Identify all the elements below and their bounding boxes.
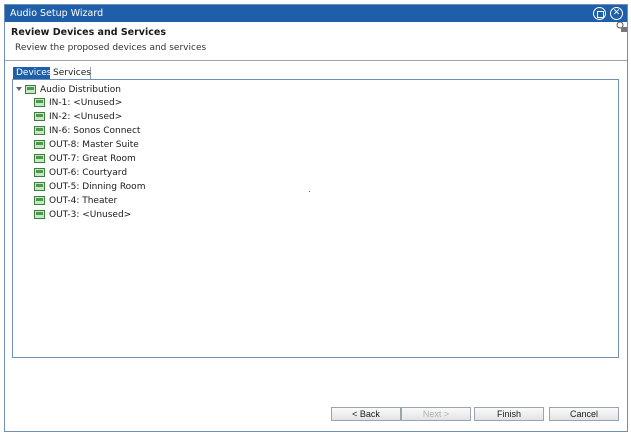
tree-item[interactable]: OUT-7: Great Room [34,153,234,165]
tree-item[interactable]: OUT-8: Master Suite [34,139,234,151]
expand-triangle-icon[interactable] [16,87,22,91]
tree-item-label: IN-6: Sonos Connect [49,126,141,136]
wizard-window: Audio Setup Wizard ✕ Review Devices and … [4,4,628,432]
tree-item-label: OUT-3: <Unused> [49,210,132,220]
tree-item[interactable]: OUT-5: Dinning Room [34,181,234,193]
next-button[interactable]: Next > [401,407,471,421]
tree-item[interactable]: IN-2: <Unused> [34,111,234,123]
tree-item[interactable]: OUT-4: Theater [34,195,234,207]
close-icon[interactable]: ✕ [610,7,623,20]
page-subtitle: Review the proposed devices and services [15,43,207,53]
device-icon [34,126,45,135]
tree-item-label: OUT-4: Theater [49,196,118,206]
header-divider [5,60,627,61]
tree-item-label: OUT-7: Great Room [49,154,136,164]
tab-services[interactable]: Services [50,67,91,79]
device-icon [34,196,45,205]
title-bar: Audio Setup Wizard ✕ [5,5,627,22]
tree-item-label: IN-2: <Unused> [49,112,123,122]
devices-tree-panel: Audio Distribution IN-1: <Unused> IN-2: … [12,79,619,358]
device-icon [25,85,36,94]
tree-item-label: OUT-5: Dinning Room [49,182,146,192]
device-icon [34,140,45,149]
device-icon [34,154,45,163]
device-icon [34,168,45,177]
tree-item-label: OUT-6: Courtyard [49,168,128,178]
tree-item-label: IN-1: <Unused> [49,98,123,108]
tree-item[interactable]: OUT-6: Courtyard [34,167,234,179]
tree-item-label: OUT-8: Master Suite [49,140,139,150]
device-icon [34,112,45,121]
tree-node-label: Audio Distribution [40,85,121,95]
device-icon [34,182,45,191]
tree-item[interactable]: OUT-3: <Unused> [34,209,234,221]
help-icon[interactable] [616,21,628,33]
cancel-button[interactable]: Cancel [549,407,619,421]
stray-dot [309,191,310,192]
device-icon [34,98,45,107]
restore-icon[interactable] [593,7,606,20]
tree-item[interactable]: IN-6: Sonos Connect [34,125,234,137]
tab-devices[interactable]: Devices [13,67,51,79]
device-icon [34,210,45,219]
back-button[interactable]: < Back [331,407,401,421]
finish-button[interactable]: Finish [474,407,544,421]
tree-item[interactable]: IN-1: <Unused> [34,97,234,109]
page-title: Review Devices and Services [11,27,166,38]
window-title: Audio Setup Wizard [10,8,104,19]
